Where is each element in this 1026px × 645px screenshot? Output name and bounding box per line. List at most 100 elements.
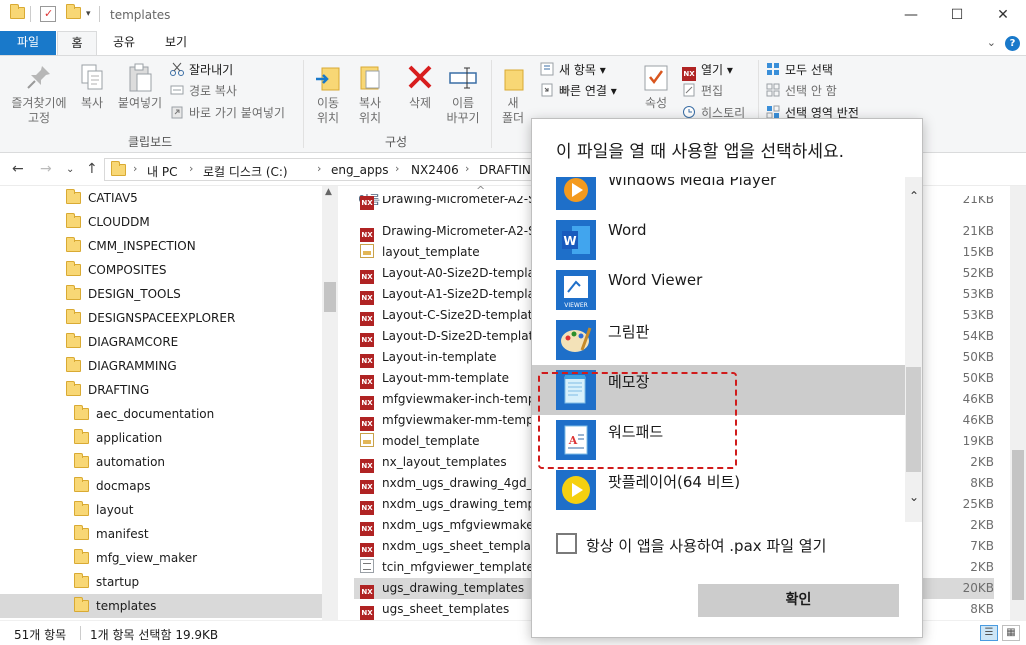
- app-item[interactable]: A 워드패드: [532, 415, 905, 465]
- crumb-separator[interactable]: ›: [465, 162, 469, 175]
- copy-to-button[interactable]: 복사 위치: [350, 62, 390, 126]
- app-item[interactable]: VIEWER Word Viewer: [532, 265, 905, 315]
- app-list-scrollbar[interactable]: ⌃ ⌄: [905, 177, 922, 522]
- tab-view[interactable]: 보기: [156, 31, 196, 55]
- crumb-nx2406[interactable]: NX2406: [411, 163, 459, 177]
- tab-home[interactable]: 홈: [57, 31, 97, 55]
- crumb-local-disk[interactable]: 로컬 디스크 (C:): [203, 163, 288, 180]
- nav-item[interactable]: DESIGNSPACEEXPLORER: [0, 306, 322, 330]
- recent-dropdown-icon[interactable]: ⌄: [66, 164, 74, 175]
- nx-file-icon: NX: [360, 312, 374, 326]
- select-all-button[interactable]: 모두 선택: [766, 60, 833, 80]
- close-button[interactable]: ✕: [980, 0, 1026, 31]
- app-list-scroll-thumb[interactable]: [906, 367, 921, 472]
- app-item[interactable]: W Word: [532, 215, 905, 265]
- nav-scrollbar[interactable]: ▲: [322, 186, 338, 620]
- rename-icon: [448, 62, 478, 94]
- easy-access-button[interactable]: 빠른 연결 ▾: [540, 81, 617, 101]
- nx-file-icon: NX: [360, 228, 374, 242]
- file-list-scrollbar[interactable]: [1010, 186, 1026, 620]
- paint-icon: [556, 320, 596, 360]
- back-button[interactable]: ←: [12, 161, 24, 177]
- large-icons-view-button[interactable]: ▦: [1002, 625, 1020, 641]
- nav-item[interactable]: automation: [0, 450, 322, 474]
- new-folder-quick-icon[interactable]: [66, 4, 81, 22]
- new-item-button[interactable]: 새 항목 ▾: [540, 60, 606, 80]
- tab-share[interactable]: 공유: [104, 31, 144, 55]
- copy-button[interactable]: 복사: [72, 62, 112, 111]
- select-none-button[interactable]: 선택 안 함: [766, 81, 837, 101]
- nav-item[interactable]: CLOUDDM: [0, 210, 322, 234]
- app-item[interactable]: 메모장: [532, 365, 905, 415]
- scroll-up-icon[interactable]: ⌃: [907, 189, 921, 203]
- nav-scroll-thumb[interactable]: [324, 282, 336, 312]
- scroll-up-icon[interactable]: ▲: [325, 187, 332, 197]
- up-button[interactable]: ↑: [86, 161, 98, 177]
- file-size: 21KB: [962, 196, 994, 206]
- crumb-separator[interactable]: ›: [395, 162, 399, 175]
- details-view-button[interactable]: ☰: [980, 625, 998, 641]
- move-to-button[interactable]: 이동 위치: [308, 62, 348, 126]
- app-name: Windows Media Player: [608, 177, 777, 189]
- paste-shortcut-button[interactable]: 바로 가기 붙여넣기: [170, 103, 285, 123]
- paste-button[interactable]: 붙여넣기: [114, 62, 166, 111]
- nav-item[interactable]: aec_documentation: [0, 402, 322, 426]
- folder-icon: [10, 4, 25, 22]
- help-button[interactable]: ?: [1005, 36, 1020, 51]
- nav-item-label: automation: [96, 455, 166, 469]
- properties-button[interactable]: 속성: [638, 62, 674, 111]
- nav-item[interactable]: DRAFTING: [0, 378, 322, 402]
- open-button[interactable]: NX 열기 ▾: [682, 60, 733, 81]
- crumb-eng-apps[interactable]: eng_apps: [331, 163, 388, 177]
- nav-item[interactable]: CATIAV5: [0, 186, 322, 210]
- edit-button[interactable]: 편집: [682, 81, 723, 101]
- crumb-separator[interactable]: ›: [133, 162, 137, 175]
- address-path[interactable]: › 내 PC › 로컬 디스크 (C:) › eng_apps › NX2406…: [104, 158, 544, 181]
- nav-item-label: templates: [96, 599, 157, 613]
- ok-button[interactable]: 확인: [698, 584, 899, 617]
- properties-quick-icon[interactable]: ✓: [40, 6, 56, 22]
- nav-item[interactable]: application: [0, 426, 322, 450]
- nav-item[interactable]: docmaps: [0, 474, 322, 498]
- nx-file-icon: NX: [360, 270, 374, 284]
- chevron-down-icon[interactable]: ⌄: [987, 36, 996, 49]
- nav-item-label: aec_documentation: [96, 407, 215, 421]
- app-item[interactable]: 팟플레이어(64 비트): [532, 465, 905, 515]
- nav-item[interactable]: startup: [0, 570, 322, 594]
- folder-icon: [74, 549, 89, 564]
- scroll-down-icon[interactable]: ⌄: [907, 490, 921, 504]
- maximize-button[interactable]: ☐: [934, 0, 980, 31]
- nav-item[interactable]: DESIGN_TOOLS: [0, 282, 322, 306]
- nx-open-icon: NX: [682, 67, 696, 81]
- minimize-button[interactable]: —: [888, 0, 934, 31]
- cut-button[interactable]: 잘라내기: [170, 60, 233, 80]
- forward-button[interactable]: →: [40, 161, 52, 177]
- nx-file-icon: NX: [360, 291, 374, 305]
- folder-icon: [66, 381, 81, 396]
- new-folder-button[interactable]: 새 폴더: [496, 62, 530, 126]
- crumb-separator[interactable]: ›: [317, 162, 321, 175]
- nav-item[interactable]: DIAGRAMMING: [0, 354, 322, 378]
- always-use-checkbox[interactable]: [556, 533, 577, 554]
- pin-to-quick-access-button[interactable]: 즐겨찾기에 고정: [6, 62, 72, 126]
- tab-file[interactable]: 파일: [0, 31, 56, 55]
- nav-item[interactable]: layout: [0, 498, 322, 522]
- nav-item[interactable]: DIAGRAMCORE: [0, 330, 322, 354]
- rename-button[interactable]: 이름 바꾸기: [440, 62, 486, 126]
- file-size: 52KB: [962, 266, 994, 280]
- nav-item[interactable]: COMPOSITES: [0, 258, 322, 282]
- nav-item[interactable]: CMM_INSPECTION: [0, 234, 322, 258]
- nav-item[interactable]: manifest: [0, 522, 322, 546]
- quick-access-dropdown-icon[interactable]: ▾: [86, 9, 91, 19]
- nav-item[interactable]: mfg_view_maker: [0, 546, 322, 570]
- app-item[interactable]: 그림판: [532, 315, 905, 365]
- nav-item[interactable]: templates: [0, 594, 322, 618]
- copy-path-button[interactable]: 경로 복사: [170, 81, 237, 101]
- app-name: Word: [608, 221, 647, 239]
- crumb-this-pc[interactable]: 내 PC: [147, 163, 177, 180]
- file-list-scroll-thumb[interactable]: [1012, 450, 1024, 600]
- always-use-label[interactable]: 항상 이 앱을 사용하여 .pax 파일 열기: [586, 535, 826, 556]
- crumb-separator[interactable]: ›: [189, 162, 193, 175]
- delete-button[interactable]: 삭제: [400, 62, 440, 111]
- app-item[interactable]: Windows Media Player: [532, 177, 905, 215]
